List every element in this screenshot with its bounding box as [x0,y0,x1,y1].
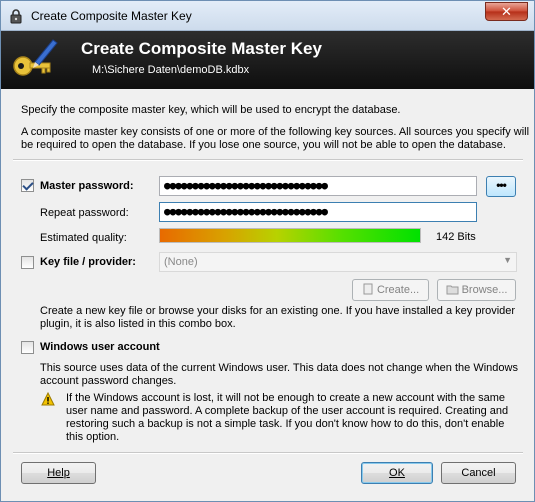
browse-key-file-label: Browse... [461,284,508,296]
warning-text-3: restoring such a backup is not a simple … [66,418,505,430]
show-password-button[interactable]: ••• [486,176,516,197]
folder-icon [446,285,459,295]
help-button-label: Help [47,467,70,479]
window-title: Create Composite Master Key [31,9,192,23]
intro-text-1: Specify the composite master key, which … [21,104,401,116]
help-button[interactable]: Help [21,462,96,484]
windows-account-checkbox[interactable] [21,341,34,354]
ok-button[interactable]: OK [361,462,433,484]
ok-button-label: OK [389,467,405,479]
database-path: M:\Sichere Daten\demoDB.kdbx [92,64,250,76]
new-file-icon [363,283,373,295]
key-pen-icon [13,39,58,76]
windows-account-desc-2: account password changes. [40,375,177,387]
master-password-checkbox[interactable] [21,179,34,192]
warning-text-2: user name and password. A complete backu… [66,405,509,417]
key-file-desc-2: plugin, it is also listed in this combo … [40,318,236,330]
quality-progress-bar [159,228,421,243]
key-file-label: Key file / provider: [40,256,136,268]
dialog-window: Create Composite Master Key ✕ Create Com… [0,0,535,502]
windows-account-label: Windows user account [40,341,160,353]
browse-key-file-button: Browse... [437,279,516,301]
key-file-selected: (None) [164,256,198,268]
header-banner: Create Composite Master Key M:\Sichere D… [1,31,534,89]
key-file-desc-1: Create a new key file or browse your dis… [40,305,516,317]
estimated-quality-label: Estimated quality: [40,232,127,244]
repeat-password-input[interactable]: ●●●●●●●●●●●●●●●●●●●●●●●●●●●●● [159,202,477,222]
intro-text-2: A composite master key consists of one o… [21,126,530,138]
separator-top [13,159,523,161]
key-file-combo: (None) ▼ [159,252,517,272]
cancel-button-label: Cancel [461,467,496,479]
create-key-file-button: Create... [352,279,429,301]
key-file-checkbox[interactable] [21,256,34,269]
cancel-button[interactable]: Cancel [441,462,516,484]
close-button[interactable]: ✕ [485,2,528,21]
master-password-label: Master password: [40,180,134,192]
separator-bottom [13,452,523,454]
chevron-down-icon: ▼ [503,255,512,265]
warning-text-1: If the Windows account is lost, it will … [66,392,506,404]
windows-account-desc-1: This source uses data of the current Win… [40,362,518,374]
quality-bits-text: 142 Bits [436,231,476,243]
title-bar: Create Composite Master Key ✕ [1,1,534,31]
repeat-password-label: Repeat password: [40,207,129,219]
banner-title: Create Composite Master Key [81,39,322,58]
warning-text-4: this option. [66,431,120,443]
intro-text-3: be required to open the database. If you… [21,139,506,151]
master-password-input[interactable]: ●●●●●●●●●●●●●●●●●●●●●●●●●●●●● [159,176,477,196]
warning-icon [41,392,55,406]
lock-icon [10,9,22,24]
create-key-file-label: Create... [376,284,420,296]
